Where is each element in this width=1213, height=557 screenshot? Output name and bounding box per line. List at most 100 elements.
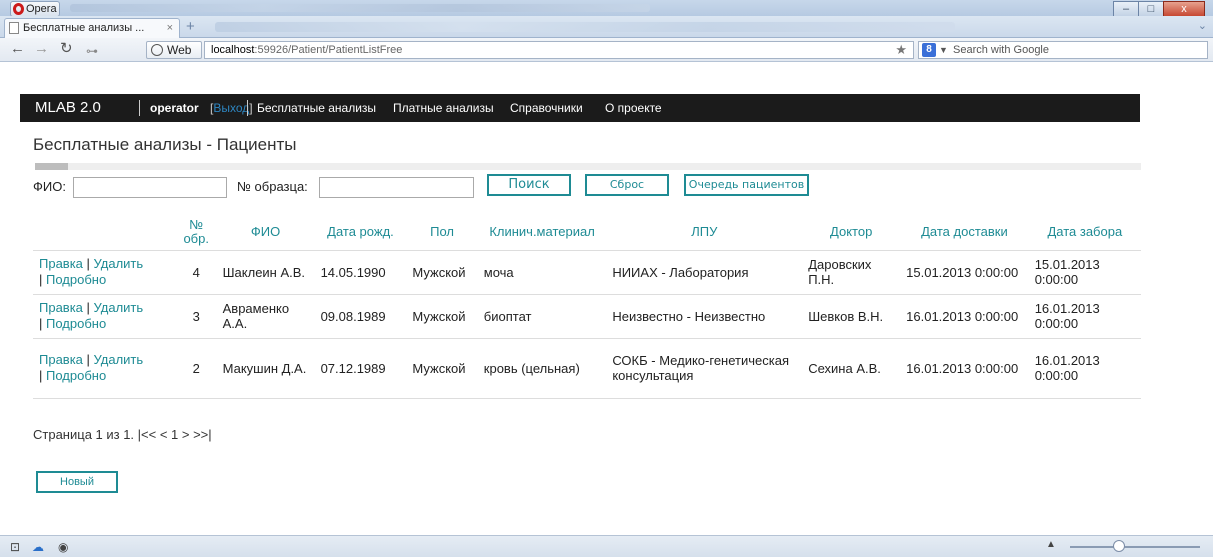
col-sample-number-line2: обр.: [183, 230, 209, 246]
pager[interactable]: Страница 1 из 1. |<< < 1 > >>|: [33, 427, 212, 442]
col-dob[interactable]: Дата рожд.: [315, 214, 407, 250]
cell-dob: 07.12.1989: [314, 337, 407, 399]
zoom-slider-handle[interactable]: [1113, 540, 1125, 552]
nav-divider: [139, 100, 140, 116]
search-button[interactable]: Поиск: [487, 174, 571, 196]
fio-label: ФИО:: [33, 179, 66, 194]
blurred-background-window: [215, 22, 955, 32]
opera-menu-label: Opera: [26, 3, 57, 15]
document-icon: [9, 22, 19, 34]
row-actions: Правка | Удалить | Подробно: [33, 293, 176, 338]
window-title-bar: Opera – □ x: [0, 0, 1213, 18]
delete-link[interactable]: Удалить: [94, 352, 144, 367]
browser-tab-active[interactable]: Бесплатные анализы ... ×: [4, 18, 180, 38]
cell-fio: Авраменко А.А.: [216, 293, 315, 338]
sample-number-input[interactable]: [319, 177, 474, 198]
progress-bar-fill: [35, 163, 69, 170]
table-row: Правка | Удалить | Подробно 3 Авраменко А…: [33, 293, 1141, 338]
url-field[interactable]: localhost:59926/Patient/PatientListFree …: [204, 41, 914, 59]
site-info-chip[interactable]: Web: [146, 41, 202, 59]
zoom-slider[interactable]: [1070, 546, 1200, 548]
fio-input[interactable]: [73, 177, 227, 198]
nav-free-analyses[interactable]: Бесплатные анализы: [257, 94, 376, 122]
col-delivery-date[interactable]: Дата доставки: [900, 214, 1029, 250]
globe-icon: [151, 44, 163, 56]
edit-link[interactable]: Правка: [39, 256, 83, 271]
col-fio[interactable]: ФИО: [217, 214, 315, 250]
web-page: MLAB 2.0 operator [Выход] Бесплатные ана…: [0, 62, 1213, 535]
col-collection-date[interactable]: Дата забора: [1029, 214, 1141, 250]
col-lpu[interactable]: ЛПУ: [606, 214, 802, 250]
cell-sample-number: 4: [175, 249, 217, 294]
cell-collection-date: 16.01.2013 0:00:00: [1028, 293, 1141, 338]
table-row: Правка | Удалить | Подробно 2 Макушин Д.А…: [33, 337, 1141, 399]
edit-link[interactable]: Правка: [39, 352, 83, 367]
cloud-icon[interactable]: ☁: [32, 540, 44, 554]
col-material[interactable]: Клинич.материал: [478, 214, 607, 250]
cell-collection-date: 15.01.2013 0:00:00: [1028, 249, 1141, 294]
delete-link[interactable]: Удалить: [94, 256, 144, 271]
panel-toggle-icon[interactable]: ⊡: [10, 540, 20, 554]
key-icon[interactable]: ⊶: [86, 43, 98, 59]
details-link[interactable]: Подробно: [46, 316, 106, 331]
new-tab-icon[interactable]: +: [186, 19, 195, 35]
search-field[interactable]: 8 ▼ Search with Google: [918, 41, 1208, 59]
search-placeholder: Search with Google: [953, 44, 1049, 56]
cell-material: моча: [477, 249, 607, 294]
row-actions: Правка | Удалить | Подробно: [33, 337, 176, 399]
progress-bar: [35, 163, 1141, 170]
details-link[interactable]: Подробно: [46, 272, 106, 287]
col-actions: [33, 214, 176, 250]
edit-link[interactable]: Правка: [39, 300, 83, 315]
cell-dob: 14.05.1990: [314, 249, 407, 294]
url-host: localhost: [211, 44, 255, 56]
tab-menu-chevron-icon[interactable]: ⌄: [1198, 19, 1207, 32]
address-toolbar: ← → ↻ ⊶ Web localhost:59926/Patient/Pati…: [0, 38, 1213, 62]
current-user: operator: [150, 101, 199, 115]
table-header-row: № обр. ФИО Дата рожд. Пол Клинич.материал…: [33, 214, 1141, 250]
search-engine-dropdown-icon[interactable]: ▼: [939, 42, 948, 58]
row-actions: Правка | Удалить | Подробно: [33, 249, 176, 294]
cell-lpu: СОКБ - Медико-генетическая консультация: [606, 337, 803, 399]
reload-icon[interactable]: ↻: [60, 41, 73, 57]
nav-reference-books[interactable]: Справочники: [510, 94, 583, 122]
patient-queue-button[interactable]: Очередь пациентов: [684, 174, 809, 196]
search-engine-icon[interactable]: 8: [922, 43, 936, 57]
bookmark-star-icon[interactable]: ★: [895, 42, 907, 58]
nav-paid-analyses[interactable]: Платные анализы: [393, 94, 494, 122]
col-sample-number-line1: №: [189, 216, 204, 232]
forward-arrow-icon[interactable]: →: [34, 41, 49, 57]
cell-delivery-date: 16.01.2013 0:00:00: [900, 337, 1029, 399]
col-sample-number[interactable]: № обр.: [176, 214, 217, 250]
cell-delivery-date: 15.01.2013 0:00:00: [900, 249, 1029, 294]
tab-close-icon[interactable]: ×: [167, 19, 173, 37]
cell-sample-number: 3: [175, 293, 217, 338]
turbo-icon[interactable]: ◉: [58, 540, 68, 554]
page-title: Бесплатные анализы - Пациенты: [33, 135, 297, 154]
app-brand[interactable]: MLAB 2.0: [35, 94, 101, 122]
reset-button[interactable]: Сброс: [585, 174, 669, 196]
logout-link[interactable]: Выход: [213, 101, 249, 115]
cell-material: биоптат: [477, 293, 607, 338]
cell-doctor: Сехина А.В.: [802, 337, 901, 399]
col-sex[interactable]: Пол: [406, 214, 477, 250]
zoom-up-icon[interactable]: ▲: [1046, 539, 1056, 550]
nav-about[interactable]: О проекте: [605, 94, 662, 122]
cell-material: кровь (цельная): [477, 337, 607, 399]
blurred-toolbar: [70, 4, 650, 12]
cell-sex: Мужской: [406, 293, 478, 338]
col-doctor[interactable]: Доктор: [802, 214, 900, 250]
delete-link[interactable]: Удалить: [94, 300, 144, 315]
cell-collection-date: 16.01.2013 0:00:00: [1028, 337, 1141, 399]
cell-delivery-date: 16.01.2013 0:00:00: [900, 293, 1029, 338]
opera-menu-button[interactable]: Opera: [10, 1, 60, 17]
cell-fio: Шаклеин А.В.: [216, 249, 315, 294]
details-link[interactable]: Подробно: [46, 368, 106, 383]
nav-divider: [247, 100, 248, 116]
sample-number-label: № образца:: [237, 179, 308, 194]
cell-sex: Мужской: [406, 337, 478, 399]
back-arrow-icon[interactable]: ←: [10, 41, 25, 57]
cell-sex: Мужской: [406, 249, 478, 294]
new-patient-button[interactable]: Новый: [36, 471, 118, 493]
cell-fio: Макушин Д.А.: [216, 337, 315, 399]
